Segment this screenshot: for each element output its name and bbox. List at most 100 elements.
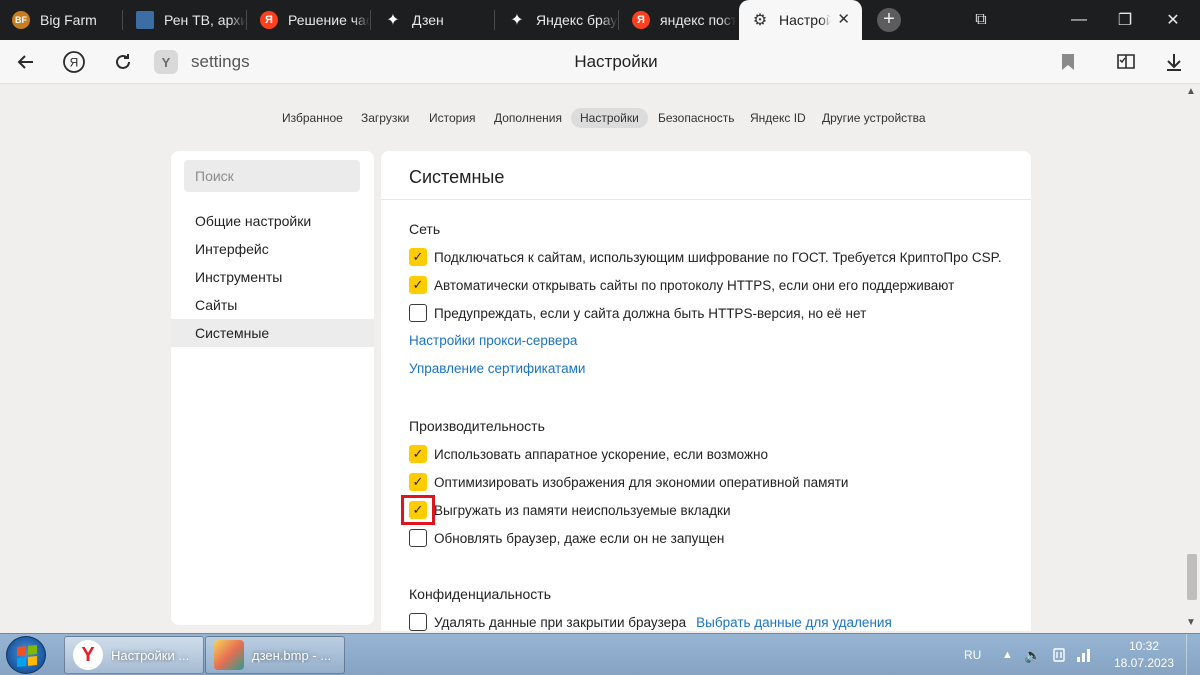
option-label: Подключаться к сайтам, использующим шифр… bbox=[434, 249, 1002, 265]
option-label: Использовать аппаратное ускорение, если … bbox=[434, 446, 768, 462]
option-https-warn[interactable]: Предупреждать, если у сайта должна быть … bbox=[409, 303, 866, 323]
gear-icon: ⚙ bbox=[752, 12, 768, 29]
sidebar-item-general[interactable]: Общие настройки bbox=[171, 207, 374, 235]
tab-yandex-search[interactable]: Я яндекс поставить bbox=[620, 0, 738, 40]
option-label: Предупреждать, если у сайта должна быть … bbox=[434, 305, 867, 321]
tab-separator bbox=[370, 10, 371, 30]
taskbar-yandex-browser[interactable]: Y Настройки ... bbox=[64, 636, 204, 674]
tab-title: Решение частых bbox=[288, 12, 370, 28]
yandex-icon: Я bbox=[632, 11, 650, 29]
tab-strip: BF Big Farm Рен ТВ, архив Я Решение част… bbox=[0, 0, 1200, 40]
page-scrollbar[interactable]: ▲ ▼ bbox=[1183, 84, 1200, 633]
nav-extensions[interactable]: Дополнения bbox=[494, 108, 562, 128]
bigfarm-icon: BF bbox=[12, 11, 30, 29]
option-background-update[interactable]: Обновлять браузер, даже если он не запущ… bbox=[409, 528, 724, 548]
scroll-down-arrow-icon[interactable]: ▼ bbox=[1186, 617, 1196, 628]
network-icon[interactable] bbox=[1076, 634, 1092, 675]
option-gost[interactable]: ✓ Подключаться к сайтам, использующим ши… bbox=[409, 247, 1002, 267]
sidebar-item-sites[interactable]: Сайты bbox=[171, 291, 374, 319]
tab-title: Рен ТВ, архив bbox=[164, 12, 246, 28]
tab-separator bbox=[122, 10, 123, 30]
taskbar-label: Настройки ... bbox=[111, 647, 190, 663]
tab-big-farm[interactable]: BF Big Farm bbox=[0, 0, 122, 40]
tab-separator bbox=[494, 10, 495, 30]
volume-icon[interactable]: 🔈 bbox=[1024, 634, 1041, 675]
checkbox-checked[interactable]: ✓ bbox=[409, 445, 427, 463]
downloads-icon[interactable] bbox=[1160, 48, 1188, 76]
nav-favorites[interactable]: Избранное bbox=[282, 108, 343, 128]
option-label: Удалять данные при закрытии браузера bbox=[434, 614, 687, 630]
restore-button[interactable]: ❐ bbox=[1102, 0, 1148, 40]
tab-title: Big Farm bbox=[40, 12, 97, 28]
tab-title: Дзен bbox=[412, 12, 444, 28]
tray-expand-icon[interactable]: ▲ bbox=[1002, 634, 1013, 675]
privacy-heading: Конфиденциальность bbox=[409, 586, 552, 602]
rentv-icon bbox=[136, 11, 154, 29]
windows-taskbar: Y Настройки ... дзен.bmp - ... RU ▲ 🔈 10… bbox=[0, 633, 1200, 675]
tab-separator bbox=[246, 10, 247, 30]
option-label: Автоматически открывать сайты по протоко… bbox=[434, 277, 955, 293]
sidebar-item-system[interactable]: Системные bbox=[171, 319, 374, 347]
network-heading: Сеть bbox=[409, 221, 441, 237]
sidebar-item-tools[interactable]: Инструменты bbox=[171, 263, 374, 291]
choose-data-link[interactable]: Выбрать данные для удаления bbox=[696, 615, 892, 630]
address-bar: Я Y settings Настройки bbox=[0, 40, 1200, 84]
checkbox-checked[interactable]: ✓ bbox=[409, 248, 427, 266]
nav-history[interactable]: История bbox=[429, 108, 476, 128]
power-icon[interactable] bbox=[1050, 634, 1068, 675]
protect-icon[interactable] bbox=[1112, 48, 1140, 76]
tab-reshenie[interactable]: Я Решение частых bbox=[248, 0, 370, 40]
checkbox-unchecked[interactable] bbox=[409, 613, 427, 631]
proxy-settings-link[interactable]: Настройки прокси-сервера bbox=[409, 333, 577, 348]
scroll-thumb[interactable] bbox=[1187, 554, 1197, 600]
nav-other-devices[interactable]: Другие устройства bbox=[822, 108, 926, 128]
section-title: Системные bbox=[409, 167, 505, 187]
taskbar-label: дзен.bmp - ... bbox=[252, 647, 332, 663]
clock-time: 10:32 bbox=[1128, 639, 1160, 653]
nav-settings[interactable]: Настройки bbox=[571, 108, 648, 128]
option-unload-tabs[interactable]: ✓ Выгружать из памяти неиспользуемые вкл… bbox=[409, 500, 730, 520]
sidebar-item-interface[interactable]: Интерфейс bbox=[171, 235, 374, 263]
close-tab-icon[interactable]: ✕ bbox=[837, 10, 850, 30]
show-desktop-button[interactable] bbox=[1186, 634, 1200, 675]
dzen-icon: ✦ bbox=[386, 12, 400, 29]
settings-sidebar: Общие настройки Интерфейс Инструменты Са… bbox=[171, 151, 374, 625]
checkbox-unchecked[interactable] bbox=[409, 529, 427, 547]
minimize-button[interactable]: — bbox=[1056, 0, 1102, 40]
checkbox-checked[interactable]: ✓ bbox=[409, 473, 427, 491]
nav-security[interactable]: Безопасность bbox=[658, 108, 735, 128]
tab-ren-tv[interactable]: Рен ТВ, архив bbox=[124, 0, 246, 40]
close-window-button[interactable]: ✕ bbox=[1150, 0, 1196, 40]
checkbox-checked[interactable]: ✓ bbox=[409, 276, 427, 294]
option-clear-on-exit[interactable]: Удалять данные при закрытии браузера Выб… bbox=[409, 612, 892, 631]
checkbox-checked[interactable]: ✓ bbox=[409, 501, 427, 519]
tab-settings-active[interactable]: ⚙ Настройки ✕ bbox=[739, 0, 862, 40]
performance-heading: Производительность bbox=[409, 418, 545, 434]
clock[interactable]: 10:32 18.07.2023 bbox=[1108, 638, 1180, 672]
certificates-link[interactable]: Управление сертификатами bbox=[409, 361, 585, 376]
yandex-icon: Я bbox=[260, 11, 278, 29]
tab-dzen[interactable]: ✦ Дзен bbox=[372, 0, 494, 40]
checkbox-unchecked[interactable] bbox=[409, 304, 427, 322]
scroll-up-arrow-icon[interactable]: ▲ bbox=[1186, 86, 1196, 97]
search-input[interactable] bbox=[184, 160, 360, 192]
tab-yandex-browser[interactable]: ✦ Яндекс браузер bbox=[496, 0, 618, 40]
collections-icon[interactable]: ⧉ bbox=[958, 0, 1004, 40]
language-indicator[interactable]: RU bbox=[964, 634, 981, 675]
option-https-auto[interactable]: ✓ Автоматически открывать сайты по прото… bbox=[409, 275, 954, 295]
option-optimize-images[interactable]: ✓ Оптимизировать изображения для экономи… bbox=[409, 472, 848, 492]
nav-downloads[interactable]: Загрузки bbox=[361, 108, 409, 128]
paint-icon bbox=[214, 640, 244, 670]
new-tab-button[interactable]: + bbox=[877, 8, 901, 32]
bookmark-icon[interactable] bbox=[1054, 48, 1082, 76]
windows-logo-icon bbox=[17, 644, 37, 668]
tab-title: яндекс поставить bbox=[660, 12, 736, 28]
clock-date: 18.07.2023 bbox=[1113, 656, 1175, 670]
option-label: Оптимизировать изображения для экономии … bbox=[434, 474, 849, 490]
yandex-browser-icon: Y bbox=[73, 640, 103, 670]
nav-yandex-id[interactable]: Яндекс ID bbox=[750, 108, 806, 128]
start-button[interactable] bbox=[6, 636, 46, 674]
tab-separator bbox=[618, 10, 619, 30]
option-hw-accel[interactable]: ✓ Использовать аппаратное ускорение, есл… bbox=[409, 444, 768, 464]
taskbar-paint[interactable]: дзен.bmp - ... bbox=[205, 636, 345, 674]
